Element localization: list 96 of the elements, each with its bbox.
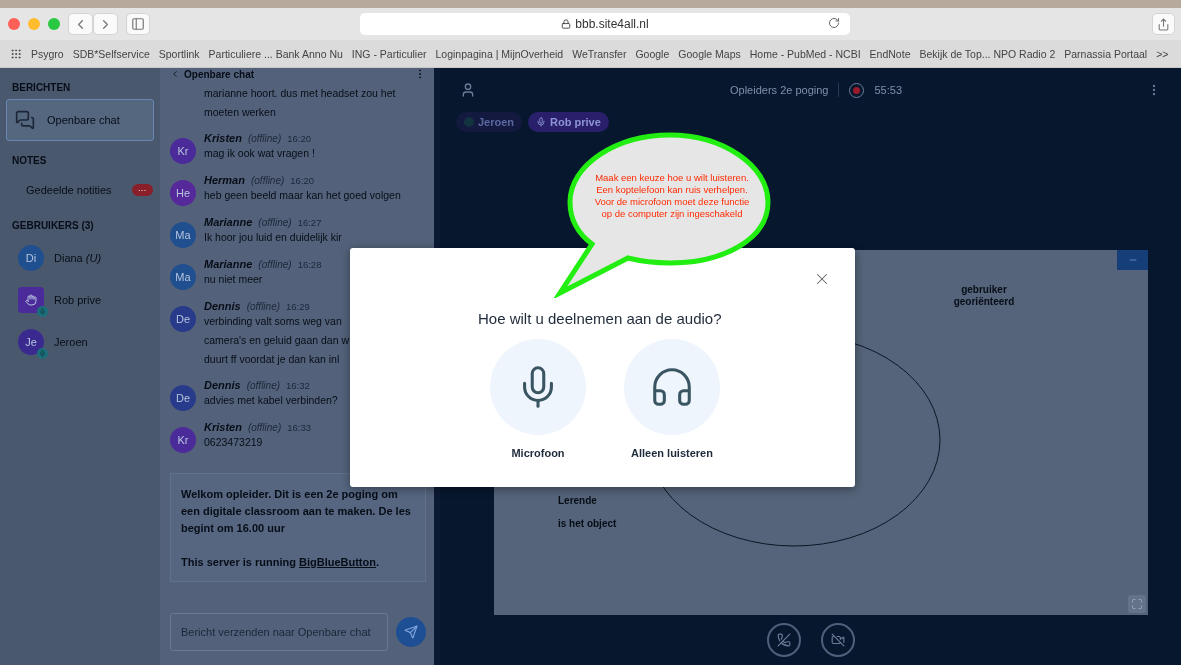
section-title: NOTES — [12, 155, 48, 166]
user-avatar: Ma — [170, 264, 196, 290]
message-text: marianne hoort. dus met headset zou het moeten werken — [204, 86, 396, 120]
forward-button[interactable] — [93, 13, 118, 35]
user-avatar: Ma — [170, 222, 196, 248]
message-time: 16:33 — [287, 422, 312, 433]
zoom-window-button[interactable] — [48, 18, 60, 30]
camera-off-button[interactable] — [820, 623, 855, 657]
send-button[interactable] — [396, 617, 426, 647]
message-text: nu niet meer — [204, 272, 264, 287]
sidebar-icon — [131, 17, 145, 31]
user-avatar: De — [170, 385, 196, 411]
address-bar[interactable]: bbb.site4all.nl — [360, 13, 850, 35]
bookmark-link[interactable]: Google — [635, 47, 670, 60]
bookmark-link[interactable]: SDB*Selfservice — [72, 47, 150, 60]
message-time: 16:29 — [286, 301, 310, 312]
bookmark-link[interactable]: Parnassia Portaal — [1064, 47, 1148, 60]
message-status: (offline) — [258, 217, 292, 228]
lock-icon — [561, 19, 572, 29]
message-status: (offline) — [250, 175, 285, 186]
talker-indicator: Jeroen — [456, 112, 523, 132]
bookmark-link[interactable]: EndNote — [869, 47, 911, 60]
message-author: Kristen — [204, 132, 242, 144]
bookmark-link[interactable]: WeTransfer — [572, 47, 627, 60]
user-avatar: Kr — [170, 138, 196, 164]
bookmark-link[interactable]: Psygro — [31, 47, 64, 60]
share-button[interactable] — [1152, 13, 1175, 35]
slide-heading: gebruiker georiënteerd — [952, 284, 1016, 308]
chat-bubbles-icon — [15, 110, 35, 130]
notes-list-item[interactable]: Gedeelde notities ··· — [6, 172, 154, 208]
close-window-button[interactable] — [8, 18, 20, 30]
message-author: Herman — [204, 174, 245, 186]
callout-text: Maak een keuze hoe u wilt luisteren. Een koptelefoon kan ruis verhelpen. Voor de microfoon moet deze functie op de computer zijn ingeschakeld — [593, 172, 751, 220]
send-icon — [404, 625, 418, 639]
message-input[interactable]: Bericht verzenden naar Openbare chat — [170, 613, 388, 651]
message-status: (offline) — [246, 380, 281, 391]
bookmark-link[interactable]: Sportlink — [158, 47, 200, 60]
recording-timer: 55:53 — [874, 84, 902, 96]
sidebar-toggle-button[interactable] — [126, 13, 150, 35]
user-avatar: He — [170, 180, 196, 206]
message-time: 16:32 — [286, 380, 310, 391]
message-status: (offline) — [246, 301, 281, 312]
leave-audio-button[interactable] — [766, 623, 801, 657]
slide-label: is het object — [558, 518, 617, 529]
apps-grid-icon[interactable] — [10, 47, 22, 60]
message-status: (offline) — [247, 422, 282, 433]
message-time: 16:20 — [290, 175, 315, 186]
bookmark-link[interactable]: Home - PubMed - NCBI — [749, 47, 861, 60]
section-title: GEBRUIKERS (3) — [12, 220, 95, 231]
message-text: advies met kabel verbinden? — [204, 393, 338, 408]
dialog-title: Hoe wilt u deelnemen aan de audio? — [478, 310, 722, 327]
hand-icon — [25, 294, 37, 306]
welcome-text: Welkom opleider. Dit is een 2e poging om een digitale classroom aan te maken. De les begint om 16.00 uur — [181, 487, 412, 536]
user-avatar: De — [170, 306, 196, 332]
phone-off-icon — [776, 633, 791, 647]
bookmark-link[interactable]: Bekijk de Top... NPO Radio 2 — [919, 47, 1056, 60]
more-bookmarks-button[interactable]: >> — [1156, 47, 1169, 60]
back-button[interactable] — [68, 13, 93, 35]
user-icon[interactable] — [460, 82, 476, 98]
bookmark-link[interactable]: ING - Particulier — [351, 47, 427, 60]
reload-icon — [828, 17, 840, 29]
message-text: Ik hoor jou luid en duidelijk kir — [204, 230, 342, 245]
fullscreen-icon — [1131, 598, 1143, 610]
server-info-text: This server is running BigBlueButton. — [181, 555, 381, 570]
section-title: BERICHTEN — [12, 82, 72, 93]
message-status: (offline) — [247, 133, 282, 144]
fullscreen-button[interactable] — [1128, 595, 1146, 613]
bookmark-link[interactable]: Google Maps — [678, 47, 741, 60]
talker-indicator: Rob prive — [528, 112, 609, 132]
message-author: Marianne — [204, 258, 253, 270]
camera-off-icon — [830, 633, 845, 647]
message-text: verbinding valt soms weg van camera's en geluid gaan dan w duurt ff voordat je dan kan inl — [204, 314, 350, 367]
message-text: mag ik ook wat vragen ! — [204, 146, 315, 161]
reload-button[interactable] — [828, 17, 840, 29]
microphone-icon — [536, 117, 547, 127]
user-list-item[interactable]: Di Diana (U) — [6, 237, 154, 279]
user-list-item[interactable]: Je Jeroen — [6, 321, 154, 363]
bookmark-link[interactable]: Particuliere ... Bank Anno Nu — [208, 47, 343, 60]
message-status: (offline) — [258, 259, 292, 270]
message-time: 16:20 — [287, 133, 312, 144]
message-author: Marianne — [204, 216, 253, 228]
share-icon — [1157, 17, 1170, 31]
message-author: Dennis — [204, 379, 241, 391]
slide-label: Lerende — [558, 495, 597, 506]
user-avatar: Kr — [170, 427, 196, 453]
message-time: 16:28 — [297, 259, 322, 270]
message-author: Kristen — [204, 421, 242, 433]
bookmark-link[interactable]: Loginpagina | MijnOverheid — [435, 47, 564, 60]
chevron-left-icon — [170, 69, 180, 79]
url-text: bbb.site4all.nl — [575, 17, 649, 31]
message-time: 16:27 — [297, 217, 322, 228]
message-text: heb geen beeld maar kan het goed volgen — [204, 188, 401, 203]
user-avatar: Di — [18, 245, 44, 271]
message-text: 0623473219 — [204, 435, 264, 450]
meeting-title: Opleiders 2e poging — [730, 84, 829, 96]
message-author: Dennis — [204, 300, 241, 312]
